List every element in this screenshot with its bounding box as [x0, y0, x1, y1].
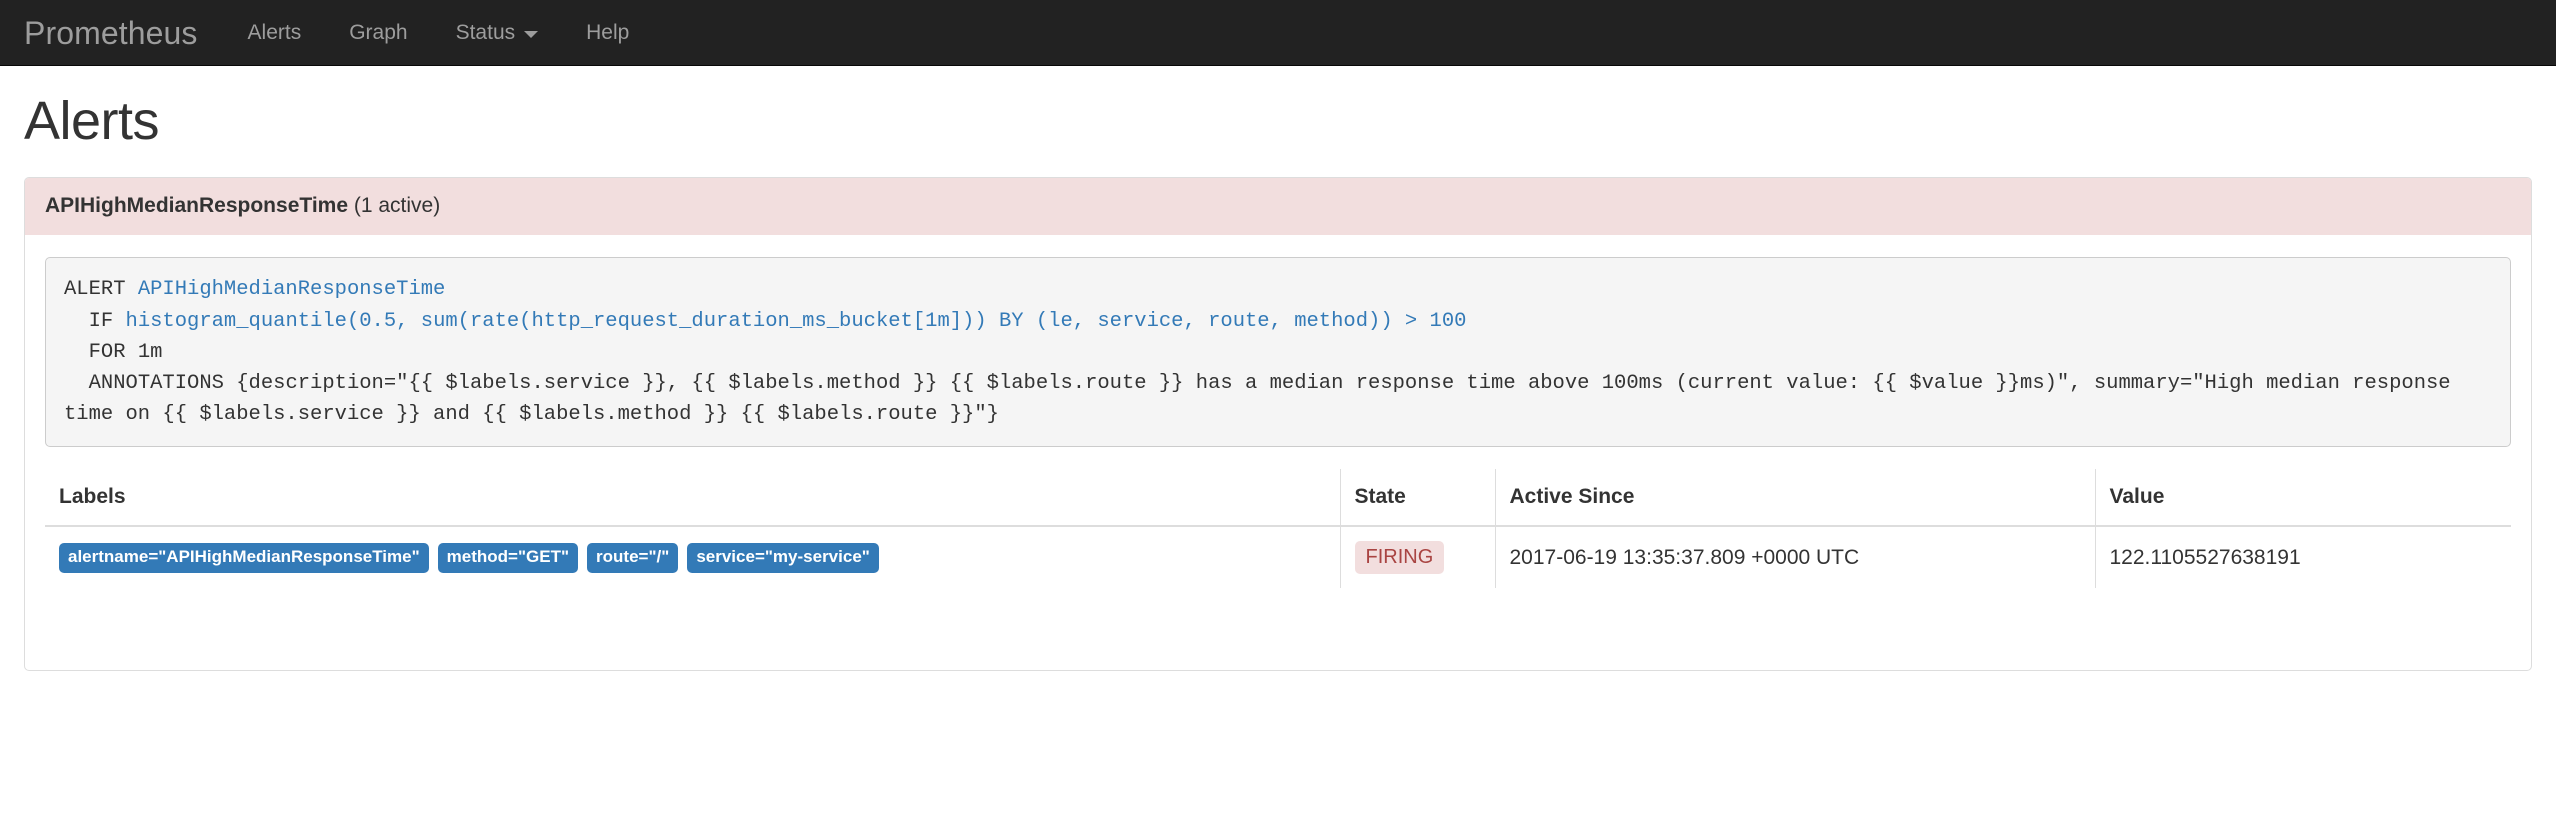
nav-item-status-label: Status	[455, 20, 516, 44]
nav-item-graph-label: Graph	[349, 20, 408, 44]
table-row: alertname="APIHighMedianResponseTime" met…	[45, 525, 2511, 589]
label-badge-alertname[interactable]: alertname="APIHighMedianResponseTime"	[59, 542, 429, 573]
column-header-labels: Labels	[45, 469, 1340, 528]
table-body: alertname="APIHighMedianResponseTime" met…	[45, 525, 2511, 589]
rule-alert-keyword: ALERT	[64, 278, 138, 302]
nav-item-alerts[interactable]: Alerts	[224, 0, 326, 66]
brand-link[interactable]: Prometheus	[24, 17, 224, 49]
cell-labels: alertname="APIHighMedianResponseTime" met…	[45, 525, 1340, 589]
cell-value: 122.1105527638191	[2094, 525, 2511, 589]
rule-for-clause: FOR 1m	[64, 340, 163, 364]
alert-panel-heading[interactable]: APIHighMedianResponseTime (1 active)	[25, 178, 2531, 236]
label-badge-method[interactable]: method="GET"	[437, 542, 579, 573]
nav-links: Alerts Graph Status Help	[224, 0, 654, 66]
alert-name: APIHighMedianResponseTime	[45, 194, 349, 218]
cell-active-since: 2017-06-19 13:35:37.809 +0000 UTC	[1494, 525, 2095, 589]
column-header-value: Value	[2094, 469, 2511, 528]
alert-active-count: (1 active)	[353, 194, 441, 218]
alert-panel: APIHighMedianResponseTime (1 active) ALE…	[24, 177, 2532, 672]
rule-if-keyword: IF	[64, 309, 126, 333]
label-badge-service[interactable]: service="my-service"	[687, 542, 879, 573]
nav-item-help-label: Help	[586, 20, 630, 44]
cell-state: FIRING	[1339, 525, 1495, 589]
main-navbar: Prometheus Alerts Graph Status Help	[0, 0, 2556, 66]
chevron-down-icon	[524, 30, 539, 38]
alert-panel-body: ALERT APIHighMedianResponseTime IF histo…	[25, 235, 2531, 670]
alert-rule-code: ALERT APIHighMedianResponseTime IF histo…	[45, 257, 2511, 448]
column-header-active-since: Active Since	[1494, 469, 2095, 528]
table-head: Labels State Active Since Value	[45, 469, 2511, 528]
label-badge-route[interactable]: route="/"	[587, 542, 679, 573]
panel-bottom-spacer	[45, 588, 2511, 650]
nav-item-help[interactable]: Help	[562, 0, 653, 66]
nav-item-graph[interactable]: Graph	[325, 0, 431, 66]
rule-annotations-clause: ANNOTATIONS {description="{{ $labels.ser…	[64, 371, 2463, 427]
status-badge: FIRING	[1354, 541, 1445, 575]
page-title: Alerts	[24, 91, 160, 151]
page-container: Alerts APIHighMedianResponseTime (1 acti…	[0, 91, 2556, 672]
table-header-row: Labels State Active Since Value	[45, 469, 2511, 528]
rule-if-expression: histogram_quantile(0.5, sum(rate(http_re…	[125, 309, 1467, 333]
alert-instances-table: Labels State Active Since Value alertnam…	[45, 469, 2511, 589]
nav-item-alerts-label: Alerts	[247, 20, 302, 44]
rule-alert-name: APIHighMedianResponseTime	[137, 278, 446, 302]
column-header-state: State	[1339, 469, 1495, 528]
nav-item-status[interactable]: Status	[432, 0, 563, 66]
